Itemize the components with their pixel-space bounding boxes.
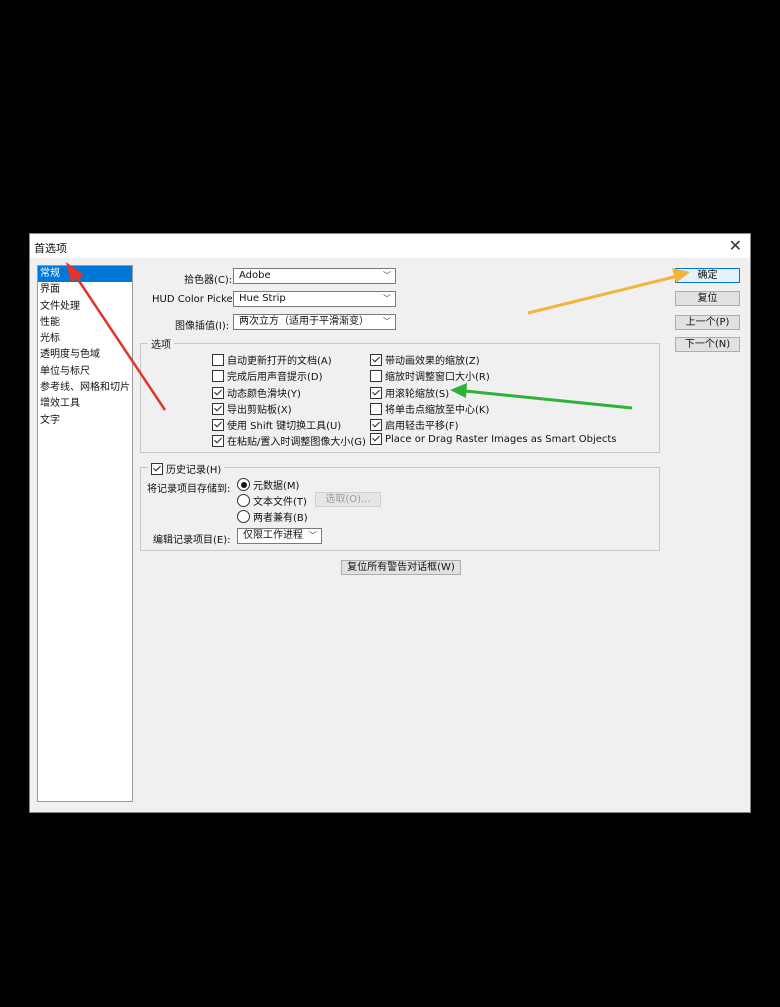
chevron-down-icon: ﹀ [383,271,391,280]
save-log-label: 将记录项目存储到: [147,484,231,495]
category-list[interactable]: 常规 界面 文件处理 性能 光标 透明度与色域 单位与标尺 参考线、网格和切片 … [37,265,133,802]
checkbox-box [212,418,224,431]
checkbox-sound[interactable]: 完成后用声音提示(D) [212,368,323,383]
edit-log-items-select[interactable]: 仅限工作进程 ﹀ [237,528,322,544]
checkbox-box [370,369,382,382]
hud-color-picker-select[interactable]: Hue Strip ﹀ [233,291,396,307]
options-legend: 选项 [148,336,174,351]
sidebar-item-cursors[interactable]: 光标 [38,331,132,347]
checkbox-label: 带动画效果的缩放(Z) [385,356,480,367]
checkbox-auto-update[interactable]: 自动更新打开的文档(A) [212,352,332,367]
close-icon[interactable]: ✕ [729,236,742,255]
checkbox-shift-switch-tools[interactable]: 使用 Shift 键切换工具(U) [212,417,341,432]
checkbox-label: 用滚轮缩放(S) [385,389,450,400]
checkbox-box [212,386,224,399]
prev-button[interactable]: 上一个(P) [675,315,740,330]
checkbox-zoom-resize-windows[interactable]: 缩放时调整窗口大小(R) [370,368,490,383]
chevron-down-icon: ﹀ [383,317,391,326]
checkbox-label: 使用 Shift 键切换工具(U) [227,421,342,432]
radio-both[interactable]: 两者兼有(B) [237,509,308,524]
sidebar-item-type[interactable]: 文字 [38,413,132,429]
checkbox-label: 缩放时调整窗口大小(R) [385,372,490,383]
checkbox-label: 启用轻击平移(F) [385,421,459,432]
history-log-checkbox[interactable]: 历史记录(H) [148,461,225,476]
hud-color-picker-label: HUD Color Picker: [152,294,240,305]
checkbox-zoom-clicked-point[interactable]: 将单击点缩放至中心(K) [370,401,489,416]
checkbox-resize-on-place[interactable]: 在粘贴/置入时调整图像大小(G) [212,433,366,448]
checkbox-zoom-scroll-wheel[interactable]: 用滚轮缩放(S) [370,385,449,400]
checkbox-export-clipboard[interactable]: 导出剪贴板(X) [212,401,292,416]
checkbox-smart-objects[interactable]: Place or Drag Raster Images as Smart Obj… [370,433,617,445]
edit-log-items-value: 仅限工作进程 [243,530,303,541]
image-interpolation-select[interactable]: 两次立方（适用于平滑渐变） ﹀ [233,314,396,330]
reset-button[interactable]: 复位 [675,291,740,306]
sidebar-item-performance[interactable]: 性能 [38,315,132,331]
checkbox-box [212,402,224,415]
checkbox-box [212,369,224,382]
radio-label: 两者兼有(B) [253,513,308,524]
checkbox-box [370,386,382,399]
checkbox-label: 动态颜色滑块(Y) [227,389,301,400]
sidebar-item-file-handling[interactable]: 文件处理 [38,299,132,315]
checkbox-box [370,433,382,445]
checkbox-animated-zoom[interactable]: 带动画效果的缩放(Z) [370,352,480,367]
dialog-title: 首选项 [34,242,67,255]
color-picker-label: 拾色器(C): [184,275,233,286]
checkbox-label: 导出剪贴板(X) [227,405,292,416]
checkbox-box [370,418,382,431]
checkbox-box [212,434,224,447]
color-picker-value: Adobe [239,270,271,281]
sidebar-item-general[interactable]: 常规 [38,266,132,283]
checkbox-box [151,462,163,475]
checkbox-label: 将单击点缩放至中心(K) [385,405,490,416]
sidebar-item-guides-grid[interactable]: 参考线、网格和切片 [38,380,132,396]
radio-circle [237,478,250,491]
checkbox-flick-panning[interactable]: 启用轻击平移(F) [370,417,459,432]
checkbox-box [370,402,382,415]
checkbox-box [212,353,224,366]
next-button[interactable]: 下一个(N) [675,337,740,352]
chevron-down-icon: ﹀ [309,531,317,540]
edit-log-items-label: 编辑记录项目(E): [153,535,231,546]
color-picker-select[interactable]: Adobe ﹀ [233,268,396,284]
sidebar-item-interface[interactable]: 界面 [38,282,132,298]
checkbox-label: 自动更新打开的文档(A) [227,356,332,367]
radio-text-file[interactable]: 文本文件(T) [237,493,307,508]
ok-button[interactable]: 确定 [675,268,740,283]
checkbox-box [370,353,382,366]
radio-circle [237,494,250,507]
radio-label: 文本文件(T) [253,497,307,508]
radio-label: 元数据(M) [253,481,300,492]
sidebar-item-transparency[interactable]: 透明度与色域 [38,347,132,363]
chevron-down-icon: ﹀ [383,294,391,303]
preferences-dialog: 首选项 ✕ 常规 界面 文件处理 性能 光标 透明度与色域 单位与标尺 参考线、… [29,233,751,813]
image-interpolation-label: 图像插值(I): [175,321,230,332]
history-legend: 历史记录(H) [166,465,222,476]
radio-circle [237,510,250,523]
radio-metadata[interactable]: 元数据(M) [237,477,299,492]
image-interpolation-value: 两次立方（适用于平滑渐变） [239,316,369,327]
title-bar: 首选项 ✕ [30,234,750,258]
checkbox-dynamic-color-sliders[interactable]: 动态颜色滑块(Y) [212,385,301,400]
checkbox-label: 在粘贴/置入时调整图像大小(G) [227,437,366,448]
hud-color-picker-value: Hue Strip [239,293,286,304]
reset-warnings-button[interactable]: 复位所有警告对话框(W) [341,560,461,575]
checkbox-label: 完成后用声音提示(D) [227,372,323,383]
checkbox-label: Place or Drag Raster Images as Smart Obj… [385,433,617,445]
sidebar-item-units-rulers[interactable]: 单位与标尺 [38,364,132,380]
sidebar-item-plugins[interactable]: 增效工具 [38,396,132,412]
choose-button[interactable]: 选取(O)... [315,492,381,507]
